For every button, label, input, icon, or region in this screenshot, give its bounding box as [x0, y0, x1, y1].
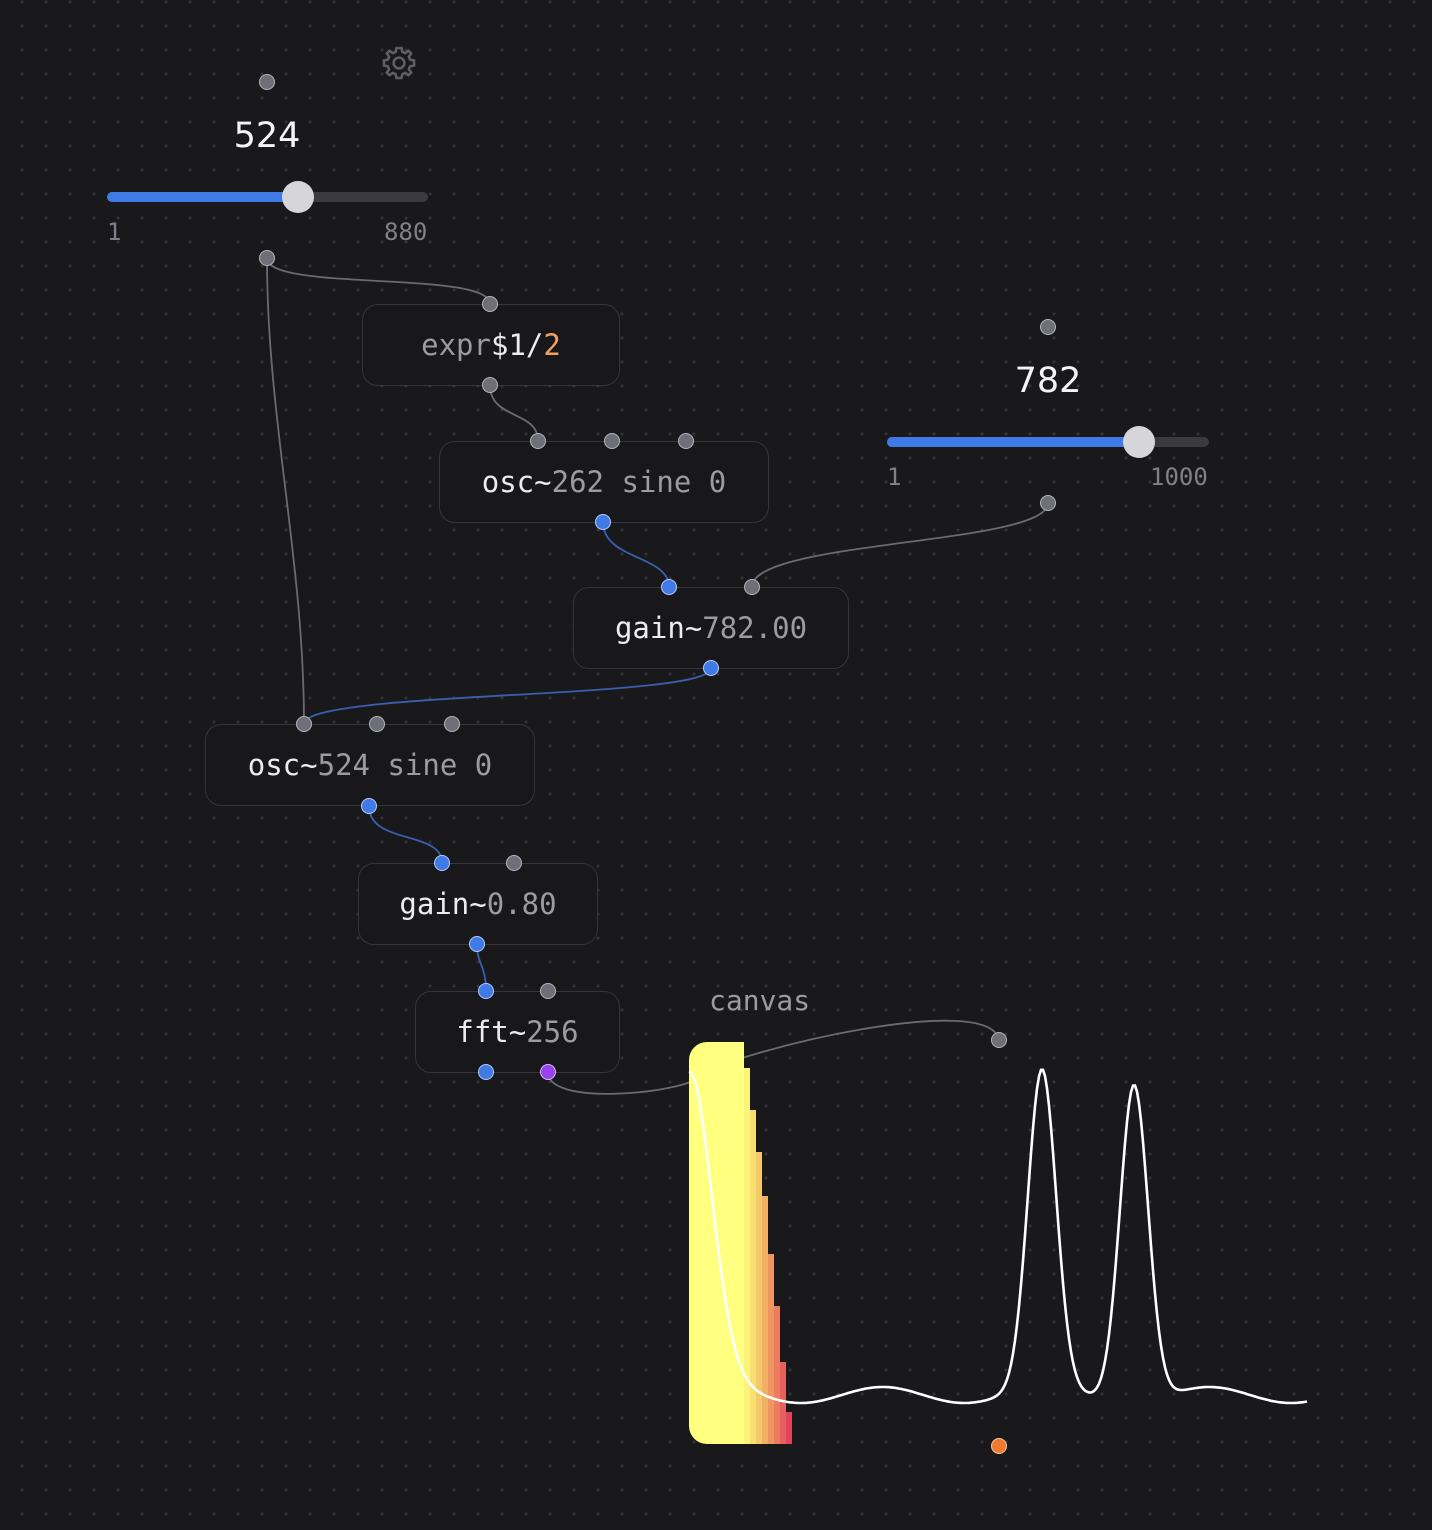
spectrum-bar — [744, 1068, 750, 1444]
fft-analysis-outlet[interactable] — [540, 1064, 556, 1080]
waveform-line — [688, 1068, 1308, 1405]
spectrum-bar — [762, 1196, 768, 1444]
slider-1-outlet[interactable] — [259, 250, 275, 266]
gain-top-signal-outlet[interactable] — [703, 660, 719, 676]
spectrum-bar — [756, 1152, 762, 1444]
osc-bottom-signal-outlet[interactable] — [361, 798, 377, 814]
fft-signal-inlet[interactable] — [478, 983, 494, 999]
spectrum-bars — [689, 1042, 792, 1444]
osc-top-inlet-phase[interactable] — [678, 433, 694, 449]
osc-top-signal-outlet[interactable] — [595, 514, 611, 530]
fft-signal-outlet[interactable] — [478, 1064, 494, 1080]
spectrum-bar — [768, 1254, 774, 1444]
osc-top-inlet-frequency[interactable] — [530, 433, 546, 449]
canvas-inlet[interactable] — [991, 1032, 1007, 1048]
osc-top-inlet-type[interactable] — [604, 433, 620, 449]
slider-2-inlet[interactable] — [1040, 319, 1056, 335]
spectrum-bar — [774, 1306, 780, 1444]
canvas-visualization — [688, 1042, 1308, 1444]
slider-1-inlet[interactable] — [259, 74, 275, 90]
slider-2-outlet[interactable] — [1040, 495, 1056, 511]
gain-top-gain-inlet[interactable] — [744, 579, 760, 595]
osc-bottom-inlet-phase[interactable] — [444, 716, 460, 732]
spectrum-bar — [786, 1412, 792, 1444]
osc-bottom-inlet-type[interactable] — [369, 716, 385, 732]
osc-bottom-inlet-frequency[interactable] — [296, 716, 312, 732]
gain-bottom-signal-outlet[interactable] — [469, 936, 485, 952]
fft-message-inlet[interactable] — [540, 983, 556, 999]
spectrum-bar — [780, 1362, 786, 1444]
gain-top-signal-inlet[interactable] — [661, 579, 677, 595]
spectrum-bar — [750, 1110, 756, 1444]
expr-outlet[interactable] — [482, 377, 498, 393]
canvas-outlet[interactable] — [991, 1438, 1007, 1454]
expr-inlet[interactable] — [482, 296, 498, 312]
gain-bottom-signal-inlet[interactable] — [434, 855, 450, 871]
gain-bottom-gain-inlet[interactable] — [506, 855, 522, 871]
